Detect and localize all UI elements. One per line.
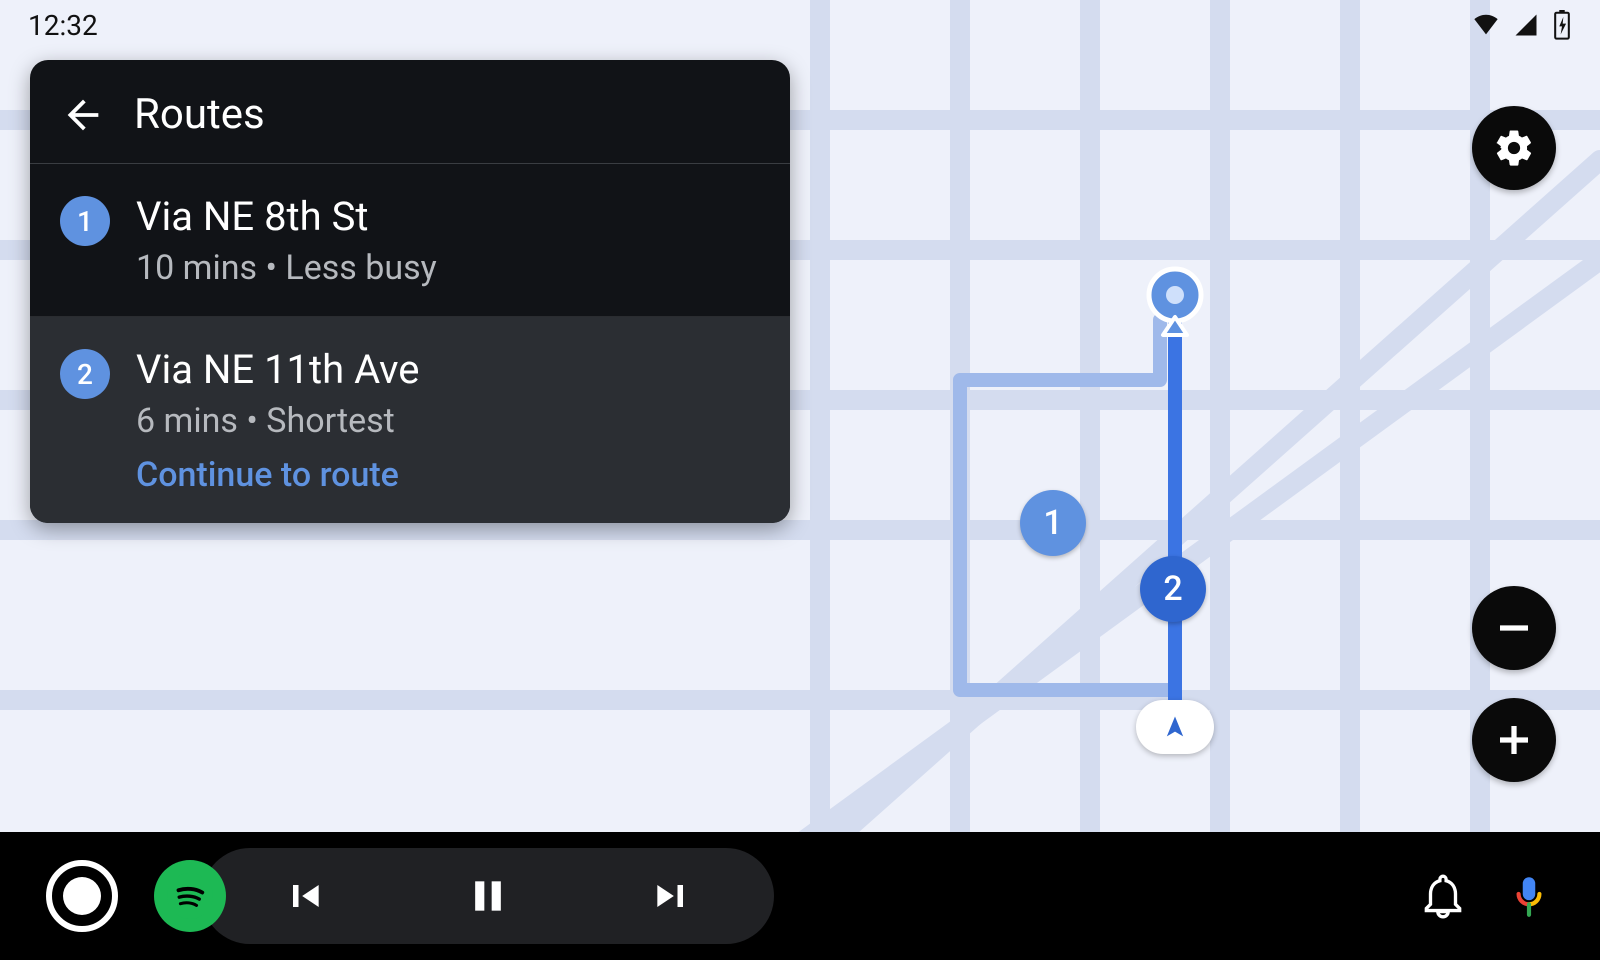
zoom-out-button[interactable] xyxy=(1472,586,1556,670)
pause-button[interactable] xyxy=(466,874,510,918)
routes-title: Routes xyxy=(134,90,265,139)
pause-icon xyxy=(466,874,510,918)
wifi-icon xyxy=(1472,11,1500,39)
map-route-badge-1[interactable]: 1 xyxy=(1020,490,1086,556)
route-name: Via NE 11th Ave xyxy=(136,345,420,395)
routes-panel: Routes 1 Via NE 8th St 10 mins • Less bu… xyxy=(30,60,790,523)
routes-header: Routes xyxy=(30,60,790,164)
map-route-badge-2-label: 2 xyxy=(1163,569,1182,609)
plus-icon xyxy=(1493,719,1535,761)
gear-icon xyxy=(1493,127,1535,169)
media-controls-pill xyxy=(202,848,774,944)
zoom-in-button[interactable] xyxy=(1472,698,1556,782)
route-number-badge: 2 xyxy=(60,349,110,399)
bell-icon xyxy=(1418,871,1468,921)
cellular-icon xyxy=(1512,11,1540,39)
map-route-badge-1-label: 1 xyxy=(1043,503,1062,543)
battery-charging-icon xyxy=(1552,10,1572,40)
bottom-nav-bar xyxy=(0,832,1600,960)
mic-icon xyxy=(1504,871,1554,921)
route-name: Via NE 8th St xyxy=(136,192,437,242)
next-track-button[interactable] xyxy=(650,874,694,918)
current-location-marker xyxy=(1136,700,1214,754)
route-subtitle: 6 mins • Shortest xyxy=(136,401,420,441)
status-time: 12:32 xyxy=(28,9,98,42)
app-launcher-button[interactable] xyxy=(46,860,118,932)
skip-previous-icon xyxy=(282,874,326,918)
continue-to-route-link[interactable]: Continue to route xyxy=(136,455,420,495)
voice-assistant-button[interactable] xyxy=(1504,871,1554,921)
settings-button[interactable] xyxy=(1472,106,1556,190)
route-subtitle: 10 mins • Less busy xyxy=(136,248,437,288)
skip-next-icon xyxy=(650,874,694,918)
status-bar: 12:32 xyxy=(0,0,1600,50)
minus-icon xyxy=(1493,607,1535,649)
back-button[interactable] xyxy=(60,92,106,138)
navigation-arrow-icon xyxy=(1161,713,1189,741)
spotify-app-button[interactable] xyxy=(154,860,226,932)
route-option-1[interactable]: 1 Via NE 8th St 10 mins • Less busy xyxy=(30,164,790,316)
arrow-left-icon xyxy=(60,92,106,138)
spotify-icon xyxy=(167,873,213,919)
route-option-2[interactable]: 2 Via NE 11th Ave 6 mins • Shortest Cont… xyxy=(30,316,790,523)
notifications-button[interactable] xyxy=(1418,871,1468,921)
route-number-badge: 1 xyxy=(60,196,110,246)
previous-track-button[interactable] xyxy=(282,874,326,918)
map-route-badge-2[interactable]: 2 xyxy=(1140,556,1206,622)
